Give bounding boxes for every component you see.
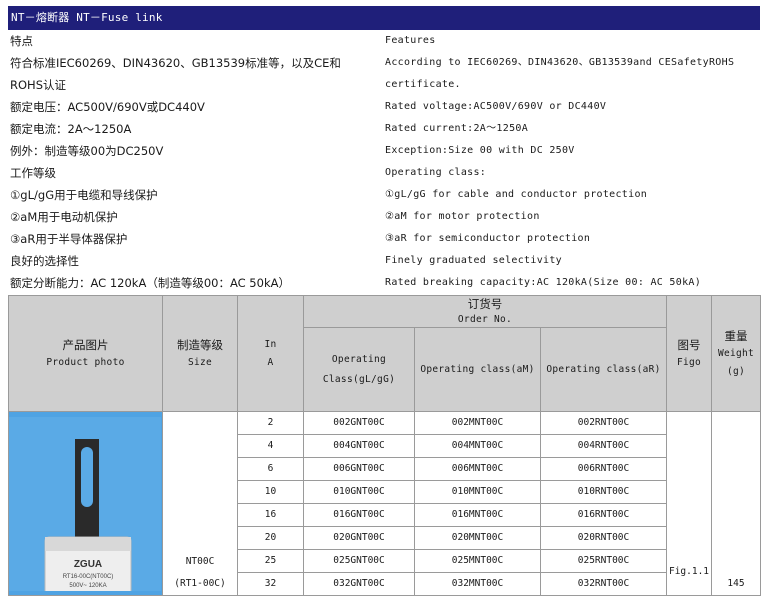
- spec-zh-line: 工作等级: [10, 166, 56, 180]
- spec-en-line: ②aM for motor protection: [385, 211, 540, 222]
- order-gl-cell: 016GNT00C: [303, 503, 415, 527]
- header-ar-label: Operating class(aR): [546, 363, 661, 375]
- header-figo-zh: 图号: [677, 337, 701, 352]
- spec-zh-line: ROHS认证: [10, 78, 66, 92]
- spec-en-line: Operating class:: [385, 167, 487, 178]
- fuse-blade-hole: [81, 446, 93, 507]
- header-in-label: In: [264, 338, 277, 350]
- spec-zh-line: 符合标准IEC60269、DIN43620、GB13539标准等，以及CE和: [10, 56, 341, 70]
- spec-en-line: Rated breaking capacity:AC 120kA(Size 00…: [385, 277, 702, 288]
- order-am-cell: 004MNT00C: [414, 434, 541, 458]
- spec-zh-line: ②aM用于电动机保护: [10, 210, 118, 224]
- order-gl-cell: 025GNT00C: [303, 549, 415, 573]
- order-ar-cell: 032RNT00C: [539, 572, 668, 596]
- in-cell: 6: [237, 457, 304, 481]
- spec-zh-line: 例外：制造等级00为DC250V: [10, 144, 164, 158]
- spec-zh-line: 额定电流：2A～1250A: [10, 122, 132, 136]
- order-ar-cell: 025RNT00C: [539, 549, 668, 573]
- order-am-cell: 016MNT00C: [414, 503, 541, 527]
- header-size: 制造等级 Size: [162, 295, 238, 412]
- fuse-rating-text: 500V~ 120KA: [69, 583, 106, 589]
- table-row: ZGUA RT16-00C(NT00C) 500V~ 120KA NT00C (RT1-…: [8, 411, 762, 596]
- spec-en-line: According to IEC60269、DIN43620、GB13539an…: [385, 57, 735, 68]
- order-am-cell: 020MNT00C: [414, 526, 541, 550]
- size-value: NT00C: [185, 556, 215, 567]
- section-title-bar: NT－熔断器 NT－Fuse link: [8, 6, 760, 30]
- in-cell: 2: [237, 411, 304, 435]
- header-class-gl: Operating Class(gL/gG): [303, 327, 415, 412]
- header-photo-en: Product photo: [46, 356, 125, 368]
- spec-en-line: ①gL/gG for cable and conductor protectio…: [385, 189, 648, 200]
- header-product-photo: 产品图片 Product photo: [8, 295, 163, 412]
- spec-en-line: Finely graduated selectivity: [385, 255, 562, 266]
- order-gl-cell: 006GNT00C: [303, 457, 415, 481]
- spec-zh-line: 特点: [10, 34, 33, 48]
- header-weight-en: Weight: [717, 347, 755, 359]
- spec-zh-line: ③aR用于半导体器保护: [10, 232, 128, 246]
- spec-en-line: Exception:Size 00 with DC 250V: [385, 145, 575, 156]
- order-gl-cell: 010GNT00C: [303, 480, 415, 504]
- weight-cell: 145: [711, 411, 762, 596]
- fuse-brand-text: ZGUA: [74, 559, 102, 570]
- product-photo: ZGUA RT16-00C(NT00C) 500V~ 120KA: [8, 411, 163, 596]
- order-ar-cell: 010RNT00C: [539, 480, 668, 504]
- figo-cell: Fig.1.1: [666, 411, 713, 596]
- order-ar-cell: 006RNT00C: [539, 457, 668, 481]
- order-ar-cell: 002RNT00C: [539, 411, 668, 435]
- header-size-zh: 制造等级: [177, 337, 223, 352]
- in-cell: 4: [237, 434, 304, 458]
- order-gl-cell: 020GNT00C: [303, 526, 415, 550]
- size-cell: NT00C (RT1-00C): [162, 411, 238, 596]
- spec-en-line: Rated voltage:AC500V/690V or DC440V: [385, 101, 607, 112]
- order-am-cell: 032MNT00C: [414, 572, 541, 596]
- order-am-cell: 010MNT00C: [414, 480, 541, 504]
- order-table: 产品图片 Product photo 制造等级 Size In A 订货号 Or…: [8, 295, 762, 596]
- in-cell: 20: [237, 526, 304, 550]
- in-cell: 16: [237, 503, 304, 527]
- order-gl-cell: 002GNT00C: [303, 411, 415, 435]
- size-alias: (RT1-00C): [174, 578, 226, 589]
- order-gl-cell: 004GNT00C: [303, 434, 415, 458]
- fuse-cap: [45, 536, 131, 551]
- spec-en-line: ③aR for semiconductor protection: [385, 233, 591, 244]
- spec-en-line: certificate.: [385, 79, 461, 90]
- header-figo: 图号 Figo: [666, 295, 713, 412]
- section-title: NT－熔断器 NT－Fuse link: [11, 11, 163, 24]
- header-am-label: Operating class(aM): [420, 363, 535, 375]
- header-order-zh: 订货号: [467, 296, 503, 311]
- in-cell: 25: [237, 549, 304, 573]
- header-class-am: Operating class(aM): [414, 327, 541, 412]
- header-weight-zh: 重量: [724, 328, 748, 343]
- spec-zh-line: 良好的选择性: [10, 254, 79, 268]
- order-ar-cell: 020RNT00C: [539, 526, 668, 550]
- order-am-cell: 002MNT00C: [414, 411, 541, 435]
- header-gl-line2: Class(gL/gG): [322, 373, 396, 385]
- header-weight: 重量 Weight (g): [711, 295, 762, 412]
- spec-zh-line: 额定分断能力：AC 120kA（制造等级00：AC 50kA）: [10, 276, 290, 290]
- in-cell: 10: [237, 480, 304, 504]
- spec-en-line: Rated current:2A～1250A: [385, 123, 529, 134]
- in-cell: 32: [237, 572, 304, 596]
- header-size-en: Size: [187, 356, 213, 368]
- spec-en-line: Features: [385, 35, 436, 46]
- header-order-en: Order No.: [457, 313, 513, 325]
- order-am-cell: 006MNT00C: [414, 457, 541, 481]
- header-photo-zh: 产品图片: [62, 337, 109, 352]
- order-ar-cell: 016RNT00C: [539, 503, 668, 527]
- order-ar-cell: 004RNT00C: [539, 434, 668, 458]
- header-weight-unit: (g): [726, 365, 746, 377]
- spec-zh-line: ①gL/gG用于电缆和导线保护: [10, 188, 158, 202]
- header-in-unit: A: [267, 356, 274, 368]
- order-gl-cell: 032GNT00C: [303, 572, 415, 596]
- spec-zh-line: 额定电压：AC500V/690V或DC440V: [10, 100, 205, 114]
- fuse-model-text: RT16-00C(NT00C): [63, 574, 114, 580]
- header-figo-en: Figo: [676, 356, 702, 368]
- header-order-no: 订货号 Order No.: [302, 295, 668, 328]
- order-am-cell: 025MNT00C: [414, 549, 541, 573]
- header-in: In A: [237, 295, 304, 412]
- header-class-ar: Operating class(aR): [539, 327, 668, 412]
- header-gl-line1: Operating: [331, 353, 387, 365]
